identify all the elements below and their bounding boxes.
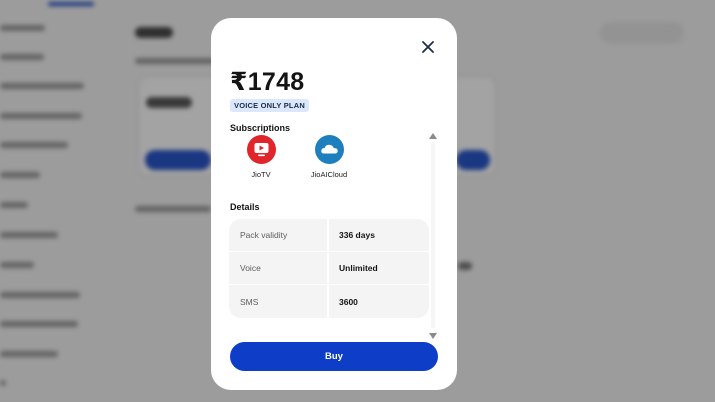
scroll-down-arrow-icon[interactable] [429, 333, 437, 339]
jioaicloud-icon [314, 135, 344, 164]
scrollbar-track[interactable] [431, 142, 435, 328]
subscriptions-heading: Subscriptions [230, 123, 291, 133]
plan-details-scroll-area[interactable]: Subscriptions JioTV JioAICloud Details P… [211, 118, 457, 339]
details-label: SMS [229, 285, 329, 318]
scroll-up-arrow-icon[interactable] [429, 133, 437, 139]
details-value: Unlimited [339, 263, 378, 273]
details-row-voice: Voice Unlimited [229, 252, 429, 285]
details-label: Pack validity [229, 219, 329, 251]
plan-type-badge: VOICE ONLY PLAN [230, 99, 309, 112]
close-icon[interactable] [419, 38, 437, 56]
plan-price: ₹1748 [230, 68, 305, 96]
subscription-label: JioAICloud [310, 170, 348, 179]
details-value: 336 days [339, 230, 375, 240]
jiotv-icon [246, 135, 276, 164]
buy-button[interactable]: Buy [230, 342, 438, 371]
subscription-jiotv: JioTV [231, 135, 291, 179]
subscription-label: JioTV [251, 170, 271, 179]
details-value: 3600 [339, 296, 358, 307]
subscription-jioaicloud: JioAICloud [299, 135, 359, 179]
details-row-pack-validity: Pack validity 336 days [229, 219, 429, 252]
details-row-sms: SMS 3600 [229, 285, 429, 318]
details-label: Voice [229, 252, 329, 284]
details-table: Pack validity 336 days Voice Unlimited S… [229, 219, 429, 318]
details-heading: Details [230, 202, 260, 212]
plan-details-modal: ₹1748 VOICE ONLY PLAN Subscriptions JioT… [211, 18, 457, 390]
